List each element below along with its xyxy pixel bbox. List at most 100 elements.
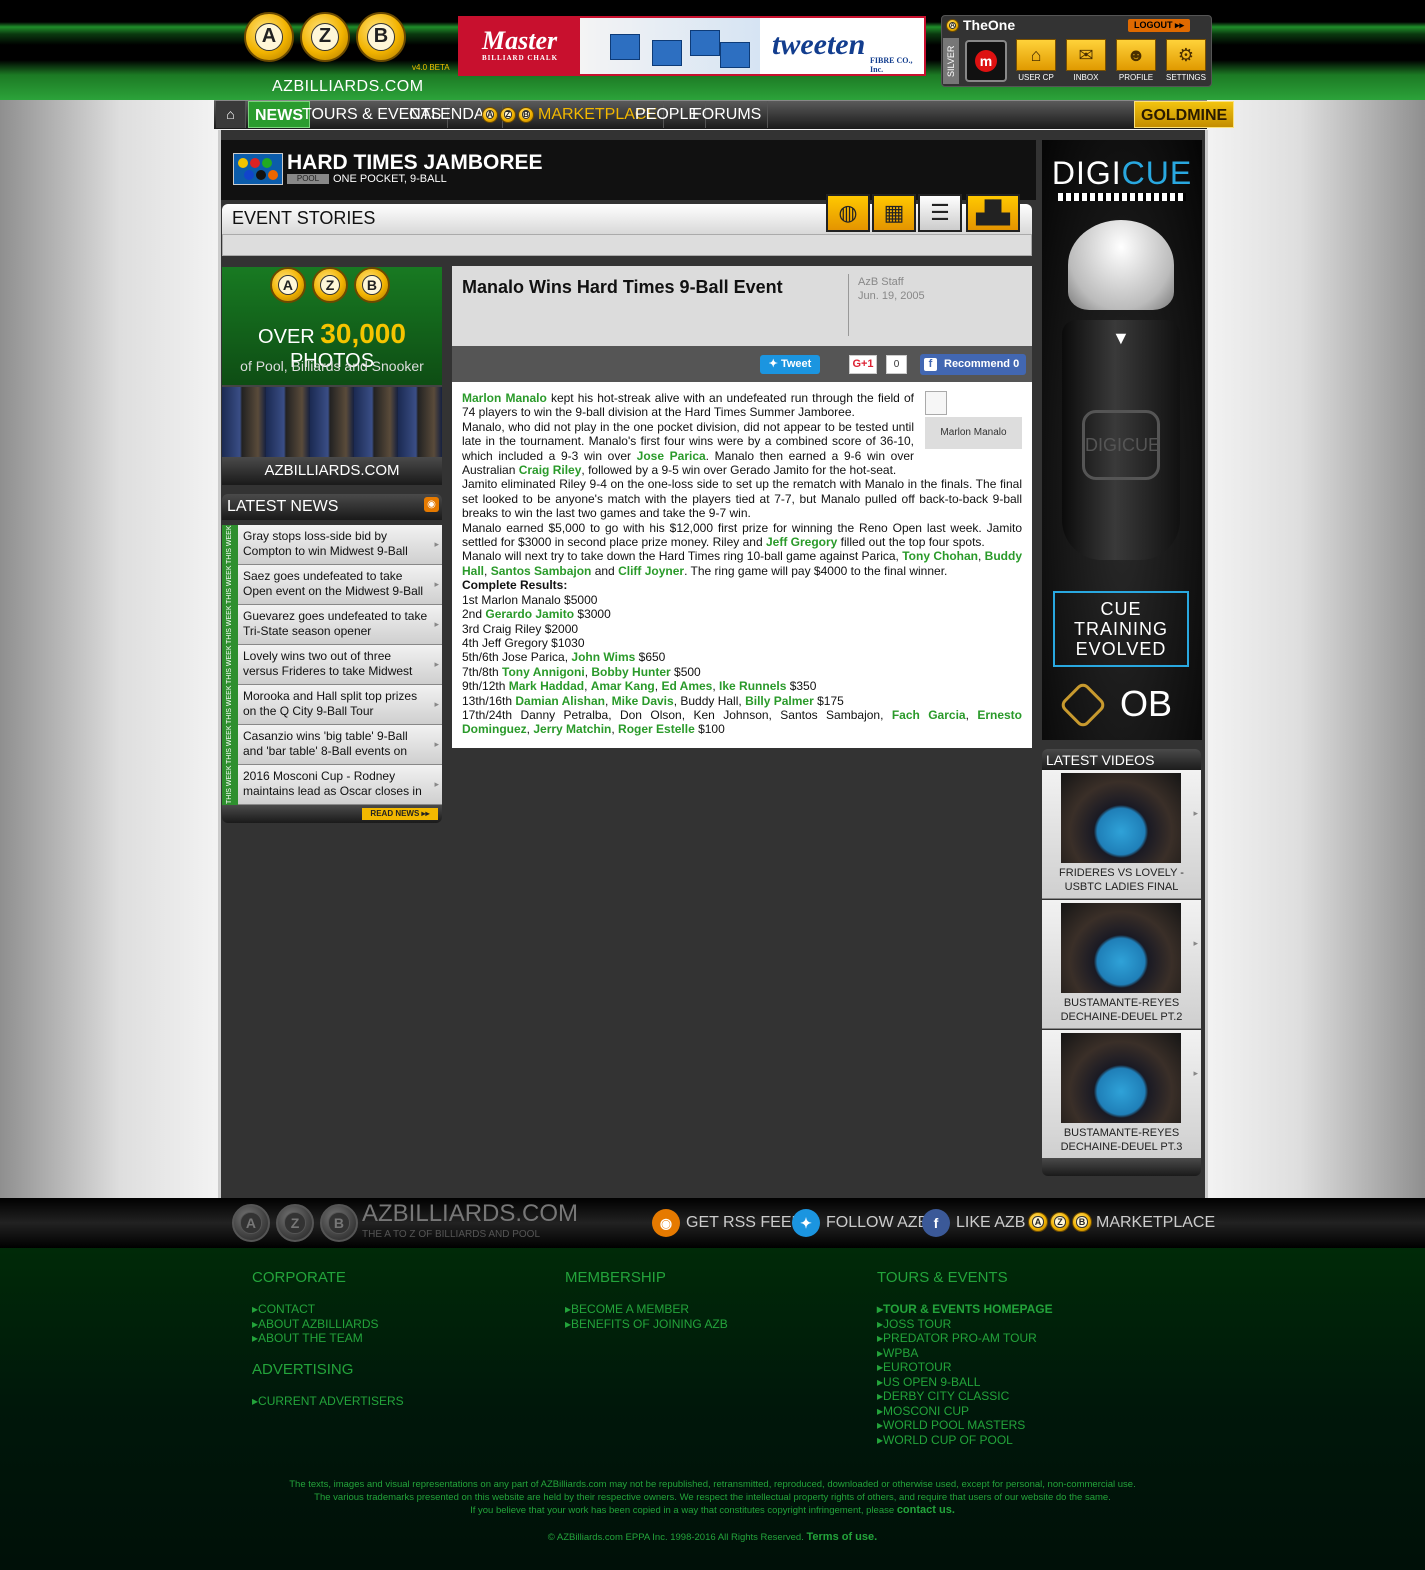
footer-link[interactable]: JOSS TOUR [877, 1317, 1053, 1332]
this-week-label: THIS WEEK [222, 565, 238, 605]
player-link[interactable]: Cliff Joyner [618, 564, 684, 578]
footer-logo[interactable]: AZB [232, 1204, 358, 1242]
arrow-down-icon: ▼ [1112, 328, 1130, 348]
footer-link[interactable]: WORLD CUP OF POOL [877, 1433, 1053, 1448]
footer-link[interactable]: DERBY CITY CLASSIC [877, 1389, 1053, 1404]
arrow-right-icon: ▸ [434, 659, 439, 669]
arrow-right-icon: ▸ [1193, 938, 1198, 948]
photos-site-link[interactable]: AZBILLIARDS.COM [222, 457, 442, 485]
footer-link[interactable]: ABOUT AZBILLIARDS [252, 1317, 379, 1332]
document-icon[interactable]: ☰ [918, 194, 962, 232]
player-link[interactable]: Tony Annigoni [502, 665, 585, 679]
username[interactable]: TheOne [963, 17, 1015, 33]
podium-icon[interactable]: ▟▙ [966, 194, 1020, 232]
copyright: © AZBilliards.com EPPA Inc. 1998-2016 Al… [547, 1531, 878, 1543]
player-link[interactable]: Ed Ames [661, 679, 712, 693]
tweet-button[interactable]: ✦ Tweet [760, 355, 820, 374]
news-item[interactable]: THIS WEEK Gray stops loss-side bid by Com… [222, 525, 442, 565]
rss-feed-button[interactable]: ◉ GET RSS FEED [652, 1209, 803, 1237]
footer-link[interactable]: WPBA [877, 1346, 1053, 1361]
nav-goldmine[interactable]: GOLDMINE [1134, 101, 1235, 128]
nav-home[interactable]: ⌂ [216, 101, 246, 128]
footer-link[interactable]: EUROTOUR [877, 1360, 1053, 1375]
footer-link[interactable]: CURRENT ADVERTISERS [252, 1394, 404, 1409]
footer-link[interactable]: BENEFITS OF JOINING AZB [565, 1317, 728, 1332]
calendar-icon[interactable]: ▦ [872, 194, 916, 232]
google-plus-button[interactable]: G+1 [849, 355, 877, 374]
footer-link[interactable]: ABOUT THE TEAM [252, 1331, 379, 1346]
rss-icon[interactable]: ◉ [424, 497, 439, 512]
player-link[interactable]: Santos Sambajon [491, 564, 592, 578]
video-item[interactable]: FRIDERES VS LOVELY - USBTC LADIES FINAL ▸ [1042, 770, 1201, 899]
header-banner-ad[interactable]: Master BILLIARD CHALK tweeten FIBRE CO., I… [458, 16, 926, 76]
settings-button[interactable]: ⚙ SETTINGS [1164, 39, 1208, 83]
player-link[interactable]: Billy Palmer [745, 694, 814, 708]
user-cp-button[interactable]: ⌂ USER CP [1014, 39, 1058, 83]
this-week-label: THIS WEEK [222, 525, 238, 565]
footer-membership-links: BECOME A MEMBER BENEFITS OF JOINING AZB [565, 1302, 728, 1331]
read-news-button[interactable]: READ NEWS ▸▸ [362, 808, 438, 820]
player-link[interactable]: Amar Kang [591, 679, 655, 693]
player-link[interactable]: Marlon Manalo [462, 391, 547, 405]
profile-button[interactable]: ☻ PROFILE [1114, 39, 1158, 83]
footer-heading-membership: MEMBERSHIP [565, 1269, 666, 1286]
video-thumbnail [1061, 773, 1181, 863]
footer-link[interactable]: CONTACT [252, 1302, 379, 1317]
logout-button[interactable]: LOGOUT ▸▸ [1128, 19, 1190, 32]
player-link[interactable]: Ike Runnels [719, 679, 786, 693]
news-item[interactable]: THIS WEEK Casanzio wins 'big table' 9-Bal… [222, 725, 442, 765]
player-link[interactable]: Mike Davis [612, 694, 674, 708]
player-link[interactable]: Bobby Hunter [591, 665, 670, 679]
player-link[interactable]: Craig Riley [519, 463, 582, 477]
player-link[interactable]: Damian Alishan [515, 694, 605, 708]
player-link[interactable]: John Wims [571, 650, 635, 664]
news-item[interactable]: THIS WEEK Saez goes undefeated to take Op… [222, 565, 442, 605]
facebook-icon: f [924, 358, 937, 371]
player-link[interactable]: Mark Haddad [509, 679, 584, 693]
this-week-label: THIS WEEK [222, 685, 238, 725]
contact-us-link[interactable]: contact us. [897, 1504, 955, 1516]
arrow-right-icon: ▸ [1193, 808, 1198, 818]
player-link[interactable]: Fach Garcia [892, 708, 966, 722]
footer-link[interactable]: BECOME A MEMBER [565, 1302, 728, 1317]
inbox-button[interactable]: ✉ INBOX [1064, 39, 1108, 83]
master-chalk-logo: Master BILLIARD CHALK [460, 18, 580, 74]
follow-twitter-button[interactable]: ✦ FOLLOW AZB [792, 1209, 928, 1237]
ob-logo: OB [1058, 680, 1188, 730]
news-item-title: Guevarez goes undefeated to take Tri-Sta… [243, 609, 428, 638]
news-item[interactable]: THIS WEEK Guevarez goes undefeated to tak… [222, 605, 442, 645]
like-facebook-button[interactable]: f LIKE AZB [922, 1209, 1025, 1237]
terms-link[interactable]: Terms of use. [806, 1531, 877, 1543]
nav-forums[interactable]: FORUMS [686, 101, 769, 128]
news-item[interactable]: THIS WEEK Morooka and Hall split top priz… [222, 685, 442, 725]
footer-link[interactable]: MOSCONI CUP [877, 1404, 1053, 1419]
footer-link[interactable]: WORLD POOL MASTERS [877, 1418, 1053, 1433]
footer-link[interactable]: PREDATOR PRO-AM TOUR [877, 1331, 1053, 1346]
news-item[interactable]: THIS WEEK Lovely wins two out of three ve… [222, 645, 442, 685]
section-title: EVENT STORIES [232, 208, 376, 228]
player-link[interactable]: Roger Estelle [618, 722, 695, 736]
player-link[interactable]: Jerry Matchin [533, 722, 611, 736]
footer-link[interactable]: US OPEN 9-BALL [877, 1375, 1053, 1390]
player-link[interactable]: Jose Parica [637, 449, 706, 463]
ad-tagline: CUE TRAINING EVOLVED [1053, 591, 1189, 667]
news-item[interactable]: THIS WEEK 2016 Mosconi Cup - Rodney maint… [222, 765, 442, 805]
video-item[interactable]: BUSTAMANTE-REYES DECHAINE-DEUEL PT.2 ▸ [1042, 900, 1201, 1029]
player-link[interactable]: Gerardo Jamito [485, 607, 574, 621]
video-thumbnail [1061, 1033, 1181, 1123]
photos-strip[interactable] [222, 385, 442, 457]
twitter-icon: ✦ [768, 358, 781, 370]
footer-heading-corporate: CORPORATE [252, 1269, 346, 1286]
avatar[interactable]: m [965, 40, 1007, 82]
globe-icon[interactable]: ◍ [826, 194, 870, 232]
video-item[interactable]: BUSTAMANTE-REYES DECHAINE-DEUEL PT.3 ▸ [1042, 1030, 1201, 1159]
news-item-title: 2016 Mosconi Cup - Rodney maintains lead… [243, 769, 422, 798]
footer-site-name: AZBILLIARDS.COM [362, 1200, 579, 1227]
membership-level-badge: SILVER [943, 38, 959, 84]
footer-link[interactable]: TOUR & EVENTS HOMEPAGE [877, 1302, 1053, 1317]
digicue-engraving: DIGICUE [1082, 410, 1160, 480]
player-link[interactable]: Tony Chohan [902, 549, 978, 563]
footer-marketplace-button[interactable]: A Z B MARKETPLACE [1028, 1209, 1215, 1237]
player-link[interactable]: Jeff Gregory [766, 535, 837, 549]
facebook-recommend-button[interactable]: f Recommend 0 [920, 354, 1026, 375]
